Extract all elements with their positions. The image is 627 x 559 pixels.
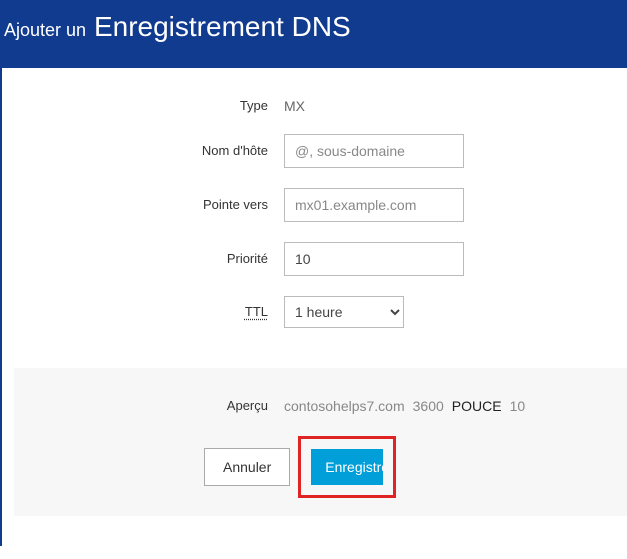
- row-ttl: TTL 1 heure: [14, 296, 627, 328]
- priority-label: Priorité: [14, 251, 284, 266]
- ttl-label: TTL: [14, 304, 284, 319]
- row-priority: Priorité: [14, 242, 627, 276]
- host-input[interactable]: [284, 134, 464, 168]
- form-content: Type MX Nom d'hôte Pointe vers Priorité …: [0, 68, 627, 546]
- footer-section: Aperçu contosohelps7.com 3600 POUCE 10 A…: [14, 368, 627, 516]
- points-input[interactable]: [284, 188, 464, 222]
- preview-ttl-seconds: 3600: [413, 398, 444, 414]
- header-title: Enregistrement DNS: [94, 10, 351, 44]
- cancel-button[interactable]: Annuler: [204, 448, 290, 486]
- save-highlight-box: Enregistrer: [298, 436, 396, 498]
- row-host: Nom d'hôte: [14, 134, 627, 168]
- type-value: MX: [284, 98, 305, 114]
- points-label: Pointe vers: [14, 197, 284, 212]
- ttl-select[interactable]: 1 heure: [284, 296, 404, 328]
- actions-row: Annuler Enregistrer: [14, 436, 627, 498]
- preview-label: Aperçu: [14, 398, 284, 413]
- page-header: Ajouter un Enregistrement DNS: [0, 0, 627, 68]
- row-points-to: Pointe vers: [14, 188, 627, 222]
- save-button[interactable]: Enregistrer: [311, 449, 383, 485]
- preview-class: POUCE: [452, 398, 502, 414]
- host-label: Nom d'hôte: [14, 143, 284, 158]
- header-prefix: Ajouter un: [4, 20, 86, 42]
- priority-input[interactable]: [284, 242, 464, 276]
- preview-row: Aperçu contosohelps7.com 3600 POUCE 10: [14, 398, 627, 414]
- preview-domain: contosohelps7.com: [284, 398, 405, 414]
- preview-priority: 10: [510, 398, 526, 414]
- row-type: Type MX: [14, 98, 627, 114]
- preview-value: contosohelps7.com 3600 POUCE 10: [284, 398, 525, 414]
- type-label: Type: [14, 98, 284, 113]
